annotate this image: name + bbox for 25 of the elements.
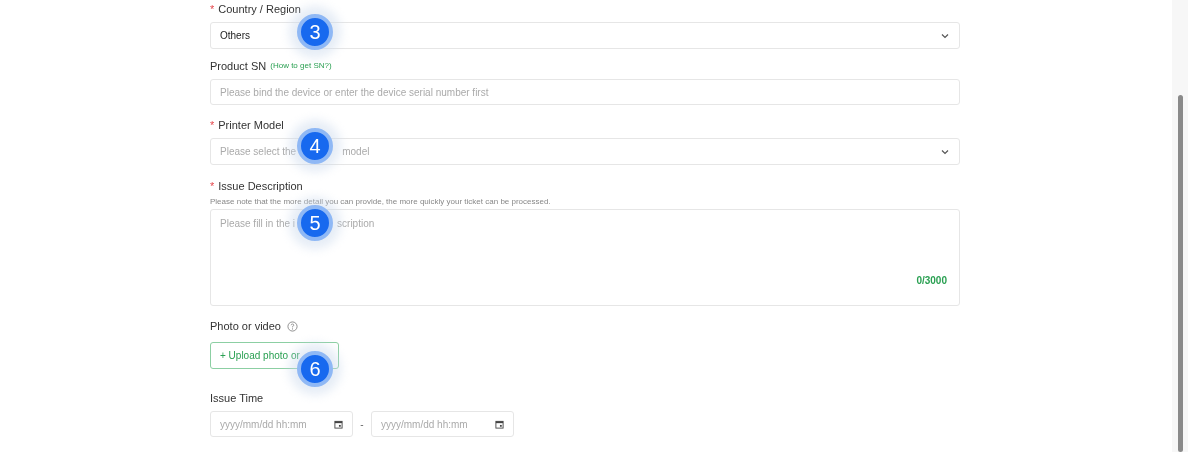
field-label: Issue Time (210, 390, 264, 406)
placeholder-text: scription (337, 217, 375, 231)
field-label: Product SN (210, 58, 267, 74)
required-asterisk: * (210, 119, 215, 131)
serial-number-field[interactable]: Please bind the device or enter the device serial number first (210, 79, 960, 105)
step-marker: 4 (297, 128, 333, 164)
range-separator: - (359, 417, 365, 432)
required-asterisk: * (210, 180, 215, 192)
start-time-field[interactable]: yyyy/mm/dd hh:mm (210, 411, 353, 437)
end-time-field[interactable]: yyyy/mm/dd hh:mm (371, 411, 514, 437)
step-marker: 5 (297, 205, 333, 241)
field-label: Printer Model (218, 117, 284, 133)
placeholder-text: Please select the (220, 145, 297, 159)
field-label: Photo or video (210, 318, 281, 334)
help-link[interactable]: (How to get SN?) (270, 60, 332, 72)
step-marker: 3 (297, 14, 333, 50)
required-asterisk: * (210, 3, 215, 15)
placeholder-text: model (342, 145, 370, 159)
field-label: Country / Region (218, 1, 301, 17)
calendar-icon[interactable] (334, 419, 343, 429)
scrollbar-thumb[interactable] (1178, 95, 1183, 452)
helper-note: Please note that the more detail you can provide, the more quickly your ticket can be processed. (210, 196, 552, 208)
field-label: Issue Description (218, 178, 303, 194)
character-counter: 0/3000 (916, 274, 947, 288)
calendar-icon[interactable] (495, 419, 504, 429)
